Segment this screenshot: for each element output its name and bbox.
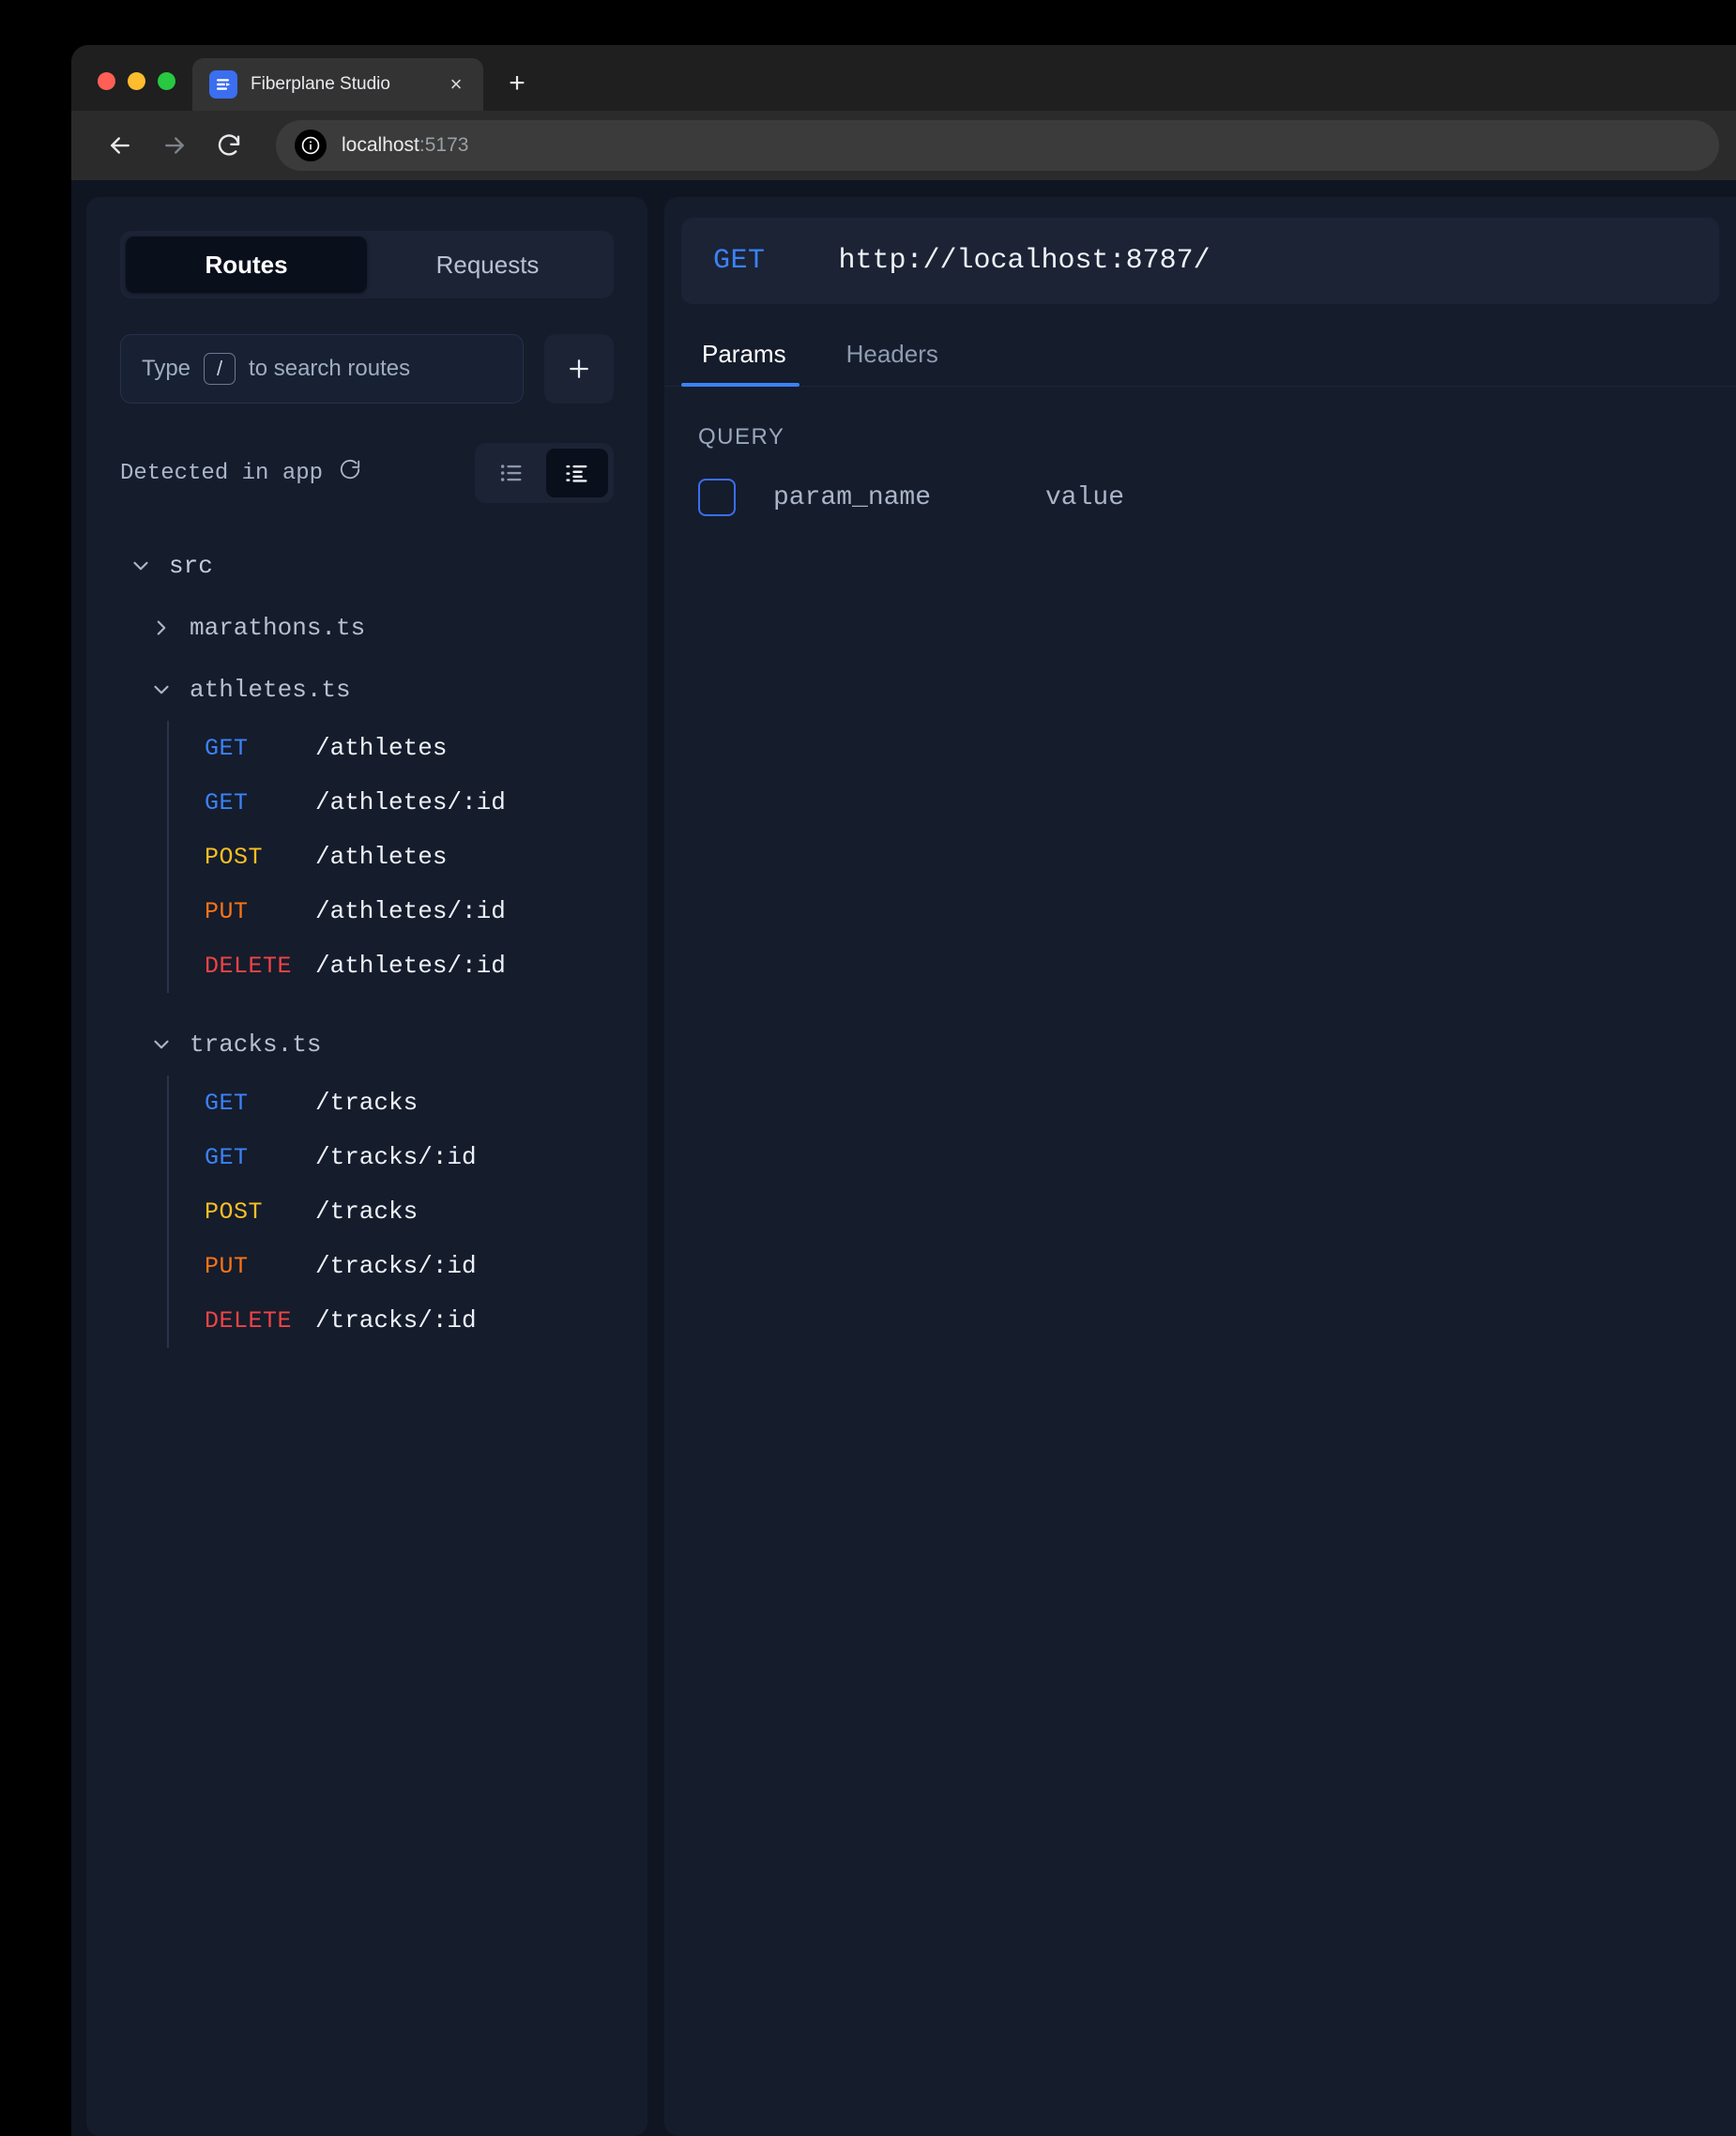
request-url-input[interactable]: http://localhost:8787/ bbox=[839, 245, 1211, 277]
close-window-button[interactable] bbox=[98, 72, 115, 90]
route-path: /athletes/:id bbox=[315, 788, 506, 816]
url-host: localhost bbox=[342, 134, 419, 156]
route-method: GET bbox=[205, 789, 315, 816]
tree-view-icon[interactable] bbox=[546, 449, 608, 497]
browser-toolbar: localhost:5173 bbox=[71, 111, 1736, 180]
route-path: /tracks/:id bbox=[315, 1252, 477, 1280]
tab-requests[interactable]: Requests bbox=[367, 236, 608, 293]
close-icon[interactable]: × bbox=[442, 70, 470, 99]
window-traffic-lights bbox=[71, 72, 192, 111]
browser-tab[interactable]: Fiberplane Studio × bbox=[192, 58, 483, 111]
route-method: POST bbox=[205, 844, 315, 871]
route-item[interactable]: GET /tracks/:id bbox=[205, 1130, 647, 1184]
tree-file-tracks[interactable]: tracks.ts bbox=[86, 1014, 647, 1076]
chevron-down-icon[interactable] bbox=[120, 554, 161, 578]
minimize-window-button[interactable] bbox=[128, 72, 145, 90]
address-bar-url: localhost:5173 bbox=[342, 134, 468, 157]
route-path: /athletes bbox=[315, 734, 447, 762]
route-method: POST bbox=[205, 1198, 315, 1226]
info-icon[interactable] bbox=[295, 130, 327, 161]
detected-in-app-label: Detected in app bbox=[120, 461, 323, 486]
app-viewport: Routes Requests Type / to search routes bbox=[71, 180, 1736, 2136]
route-path: /tracks/:id bbox=[315, 1143, 477, 1171]
maximize-window-button[interactable] bbox=[158, 72, 175, 90]
route-method: DELETE bbox=[205, 1307, 315, 1335]
detected-in-app-row: Detected in app bbox=[120, 443, 614, 503]
route-path: /athletes/:id bbox=[315, 897, 506, 925]
route-path: /tracks/:id bbox=[315, 1306, 477, 1335]
tree-folder-src[interactable]: src bbox=[86, 535, 647, 597]
route-item[interactable]: DELETE /tracks/:id bbox=[205, 1293, 647, 1348]
route-item[interactable]: PUT /tracks/:id bbox=[205, 1239, 647, 1293]
routes-tree: src marathons.ts athletes. bbox=[86, 535, 647, 1348]
route-item[interactable]: GET /athletes/:id bbox=[205, 775, 647, 830]
request-urlbar[interactable]: GET http://localhost:8787/ bbox=[681, 218, 1719, 304]
fiberplane-logo-icon bbox=[209, 70, 237, 99]
address-bar[interactable]: localhost:5173 bbox=[276, 120, 1719, 171]
query-param-name-input[interactable]: param_name bbox=[773, 483, 1045, 512]
browser-window: Fiberplane Studio × + bbox=[71, 45, 1736, 2136]
query-param-checkbox[interactable] bbox=[698, 479, 736, 516]
tree-folder-label: src bbox=[169, 552, 213, 580]
browser-tab-strip: Fiberplane Studio × + bbox=[71, 45, 1736, 111]
route-method: GET bbox=[205, 735, 315, 762]
route-item[interactable]: PUT /athletes/:id bbox=[205, 884, 647, 938]
new-tab-button[interactable]: + bbox=[496, 63, 538, 104]
route-method: PUT bbox=[205, 898, 315, 925]
tree-file-label: marathons.ts bbox=[190, 614, 365, 642]
routes-panel: Routes Requests Type / to search routes bbox=[86, 197, 647, 2136]
list-view-icon[interactable] bbox=[480, 449, 542, 497]
reload-icon[interactable] bbox=[205, 121, 253, 170]
tab-routes[interactable]: Routes bbox=[126, 236, 367, 293]
route-item[interactable]: POST /tracks bbox=[205, 1184, 647, 1239]
route-method: GET bbox=[205, 1090, 315, 1117]
back-arrow-icon[interactable] bbox=[96, 121, 145, 170]
request-panel: GET http://localhost:8787/ Params Header… bbox=[664, 197, 1736, 2136]
view-toggle-group bbox=[475, 443, 614, 503]
forward-arrow-icon[interactable] bbox=[150, 121, 199, 170]
refresh-icon[interactable] bbox=[338, 457, 362, 489]
route-path: /athletes bbox=[315, 843, 447, 871]
tab-params[interactable]: Params bbox=[681, 327, 807, 386]
route-path: /athletes/:id bbox=[315, 952, 506, 980]
route-path: /tracks bbox=[315, 1089, 418, 1117]
detected-in-app-label-group: Detected in app bbox=[120, 457, 362, 489]
chevron-right-icon[interactable] bbox=[141, 616, 182, 640]
route-item[interactable]: GET /tracks bbox=[205, 1076, 647, 1130]
route-item[interactable]: GET /athletes bbox=[205, 721, 647, 775]
chevron-down-icon[interactable] bbox=[141, 678, 182, 702]
route-group-tracks: GET /tracks GET /tracks/:id POST /tracks bbox=[167, 1076, 647, 1348]
search-input[interactable]: Type / to search routes bbox=[120, 334, 524, 404]
search-row: Type / to search routes bbox=[120, 334, 614, 404]
route-method: PUT bbox=[205, 1253, 315, 1280]
route-path: /tracks bbox=[315, 1198, 418, 1226]
route-group-athletes: GET /athletes GET /athletes/:id POST /at… bbox=[167, 721, 647, 993]
request-tabs: Params Headers bbox=[664, 327, 1736, 387]
route-item[interactable]: POST /athletes bbox=[205, 830, 647, 884]
tree-file-athletes[interactable]: athletes.ts bbox=[86, 659, 647, 721]
tree-file-label: tracks.ts bbox=[190, 1030, 321, 1059]
request-method[interactable]: GET bbox=[713, 245, 766, 277]
query-section-label: QUERY bbox=[698, 424, 1736, 450]
slash-key-hint: / bbox=[204, 353, 236, 385]
route-item[interactable]: DELETE /athletes/:id bbox=[205, 938, 647, 993]
add-route-button[interactable] bbox=[544, 334, 614, 404]
panel-tabs: Routes Requests bbox=[120, 231, 614, 298]
request-urlbar-wrap: GET http://localhost:8787/ bbox=[664, 197, 1736, 304]
tab-headers[interactable]: Headers bbox=[826, 327, 959, 386]
query-param-row: param_name value bbox=[698, 479, 1736, 516]
screen: Fiberplane Studio × + bbox=[0, 0, 1736, 2136]
search-placeholder-suffix: to search routes bbox=[249, 356, 410, 382]
chevron-down-icon[interactable] bbox=[141, 1032, 182, 1057]
query-param-value-input[interactable]: value bbox=[1045, 483, 1124, 512]
search-placeholder-prefix: Type bbox=[142, 356, 190, 382]
browser-tab-title: Fiberplane Studio bbox=[251, 74, 429, 95]
url-port: :5173 bbox=[419, 134, 469, 156]
route-method: GET bbox=[205, 1144, 315, 1171]
tree-file-marathons[interactable]: marathons.ts bbox=[86, 597, 647, 659]
tree-file-label: athletes.ts bbox=[190, 676, 351, 704]
route-method: DELETE bbox=[205, 953, 315, 980]
